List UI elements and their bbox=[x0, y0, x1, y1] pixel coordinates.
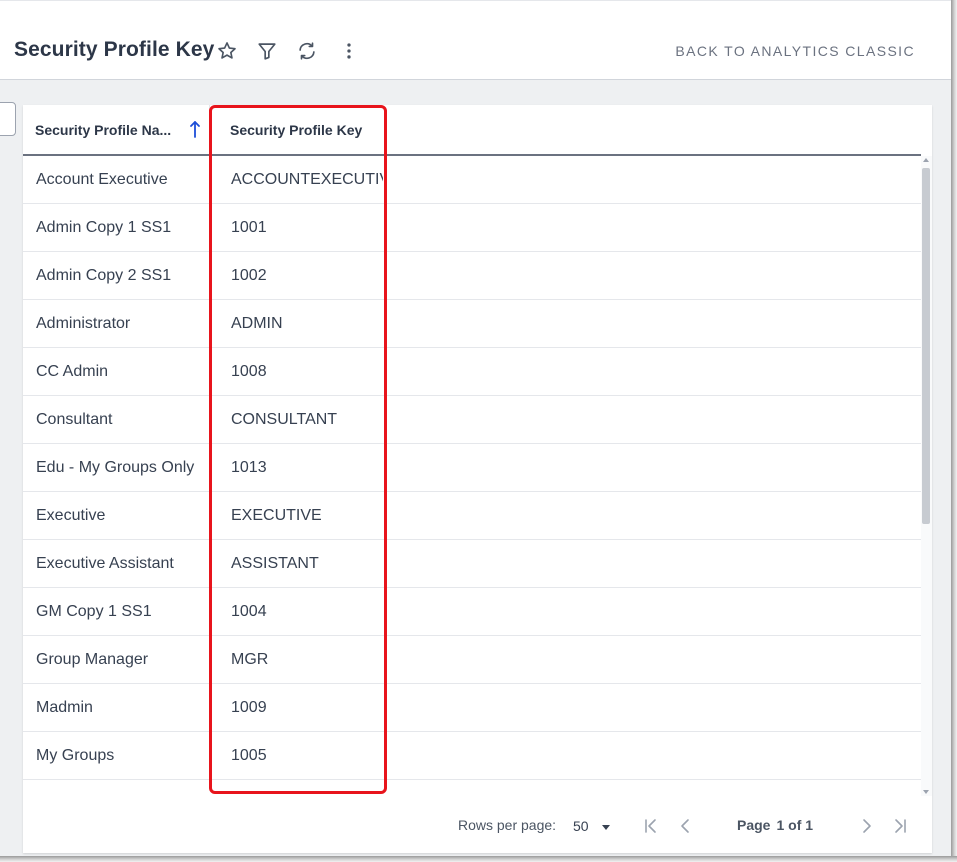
scroll-up-arrow-icon[interactable] bbox=[923, 158, 929, 162]
table-row[interactable]: Administrator ADMIN bbox=[23, 300, 921, 348]
page-label: Page bbox=[737, 817, 771, 833]
content-area: Security Profile Na... Security Profile … bbox=[0, 80, 951, 856]
page-indicator: Page 1 of 1 bbox=[737, 817, 813, 833]
window-bottom-edge bbox=[0, 856, 957, 862]
scrollbar-thumb[interactable] bbox=[922, 168, 930, 524]
previous-page-icon[interactable] bbox=[675, 815, 697, 837]
cell-security-profile-name: Group Manager bbox=[36, 651, 149, 668]
column-header-security-profile-name[interactable]: Security Profile Na... bbox=[35, 105, 195, 154]
cell-security-profile-name: Executive Assistant bbox=[36, 555, 174, 572]
vertical-scrollbar[interactable] bbox=[921, 156, 932, 796]
star-icon[interactable] bbox=[215, 39, 239, 63]
cell-security-profile-key: 1001 bbox=[231, 219, 267, 236]
cell-security-profile-key: ADMIN bbox=[231, 315, 283, 332]
next-page-icon[interactable] bbox=[855, 815, 877, 837]
table-header: Security Profile Na... Security Profile … bbox=[23, 105, 921, 156]
column-separator bbox=[209, 636, 210, 683]
table-row[interactable]: Admin Copy 1 SS1 1001 bbox=[23, 204, 921, 252]
rows-per-page-select[interactable]: 50 bbox=[571, 814, 617, 838]
cell-security-profile-key: 1005 bbox=[231, 747, 267, 764]
cell-security-profile-name: GM Copy 1 SS1 bbox=[36, 603, 152, 620]
cell-security-profile-name: Account Executive bbox=[36, 171, 168, 188]
column-separator bbox=[209, 492, 210, 539]
column-separator bbox=[209, 105, 210, 154]
column-header-security-profile-key[interactable]: Security Profile Key bbox=[230, 105, 390, 154]
column-separator bbox=[209, 156, 210, 203]
table-row[interactable]: My Groups 1005 bbox=[23, 732, 921, 780]
cell-security-profile-name: Admin Copy 2 SS1 bbox=[36, 267, 172, 284]
page-title: Security Profile Key bbox=[14, 38, 215, 61]
cell-security-profile-name: Consultant bbox=[36, 411, 113, 428]
cell-security-profile-name: Madmin bbox=[36, 699, 93, 716]
rows-per-page-label: Rows per page: bbox=[458, 817, 557, 833]
cell-security-profile-key: 1013 bbox=[231, 459, 267, 476]
table-body: Account Executive ACCOUNTEXECUTIVE Admin C… bbox=[23, 156, 921, 796]
sort-ascending-icon[interactable] bbox=[188, 119, 202, 139]
scroll-down-arrow-icon[interactable] bbox=[923, 790, 929, 794]
window-right-edge bbox=[951, 0, 957, 862]
cell-security-profile-key: EXECUTIVE bbox=[231, 507, 322, 524]
table-row[interactable]: Executive Assistant ASSISTANT bbox=[23, 540, 921, 588]
last-page-icon[interactable] bbox=[889, 815, 911, 837]
more-vertical-icon[interactable] bbox=[337, 39, 361, 63]
cell-security-profile-key: 1004 bbox=[231, 603, 267, 620]
column-separator bbox=[209, 732, 210, 779]
column-separator bbox=[209, 540, 210, 587]
caret-down-icon bbox=[602, 825, 610, 830]
cell-security-profile-key: 1002 bbox=[231, 267, 267, 284]
page-header: Security Profile Key BACK TO ANALYTICS C… bbox=[0, 1, 951, 79]
table-row[interactable]: Admin Copy 2 SS1 1002 bbox=[23, 252, 921, 300]
cell-security-profile-key: CONSULTANT bbox=[231, 411, 338, 428]
column-separator bbox=[209, 348, 210, 395]
data-grid-card: Security Profile Na... Security Profile … bbox=[23, 105, 932, 853]
cell-security-profile-name: My Groups bbox=[36, 747, 115, 764]
cell-security-profile-key: 1009 bbox=[231, 699, 267, 716]
column-separator bbox=[209, 252, 210, 299]
cell-security-profile-key: 1008 bbox=[231, 363, 267, 380]
pagination-footer: Rows per page: 50 Page 1 of 1 bbox=[23, 797, 932, 853]
table-row[interactable]: Group Manager MGR bbox=[23, 636, 921, 684]
cell-security-profile-name: Admin Copy 1 SS1 bbox=[36, 219, 172, 236]
table-row[interactable]: CC Admin 1008 bbox=[23, 348, 921, 396]
back-to-analytics-classic-link[interactable]: BACK TO ANALYTICS CLASSIC bbox=[675, 43, 915, 59]
cell-security-profile-key: ACCOUNTEXECUTIVE bbox=[231, 171, 383, 188]
column-separator bbox=[209, 396, 210, 443]
side-panel-toggle[interactable] bbox=[0, 102, 16, 136]
table-row[interactable]: Executive EXECUTIVE bbox=[23, 492, 921, 540]
column-separator bbox=[209, 588, 210, 635]
cell-security-profile-key: ASSISTANT bbox=[231, 555, 319, 572]
table-row[interactable]: Madmin 1009 bbox=[23, 684, 921, 732]
column-separator bbox=[209, 684, 210, 731]
column-separator bbox=[209, 444, 210, 491]
cell-security-profile-name: CC Admin bbox=[36, 363, 109, 380]
first-page-icon[interactable] bbox=[640, 815, 662, 837]
cell-security-profile-name: Executive bbox=[36, 507, 106, 524]
rows-per-page-value: 50 bbox=[573, 818, 589, 834]
page-count: 1 of 1 bbox=[776, 817, 814, 833]
column-separator bbox=[209, 300, 210, 347]
cell-security-profile-name: Edu - My Groups Only bbox=[36, 459, 195, 476]
cell-security-profile-name: Administrator bbox=[36, 315, 131, 332]
refresh-icon[interactable] bbox=[295, 39, 319, 63]
cell-security-profile-key: MGR bbox=[231, 651, 269, 668]
column-separator bbox=[209, 204, 210, 251]
table-row[interactable]: GM Copy 1 SS1 1004 bbox=[23, 588, 921, 636]
table-row[interactable]: Consultant CONSULTANT bbox=[23, 396, 921, 444]
table-row[interactable]: Edu - My Groups Only 1013 bbox=[23, 444, 921, 492]
table-row[interactable]: Account Executive ACCOUNTEXECUTIVE bbox=[23, 156, 921, 204]
filter-icon[interactable] bbox=[255, 39, 279, 63]
